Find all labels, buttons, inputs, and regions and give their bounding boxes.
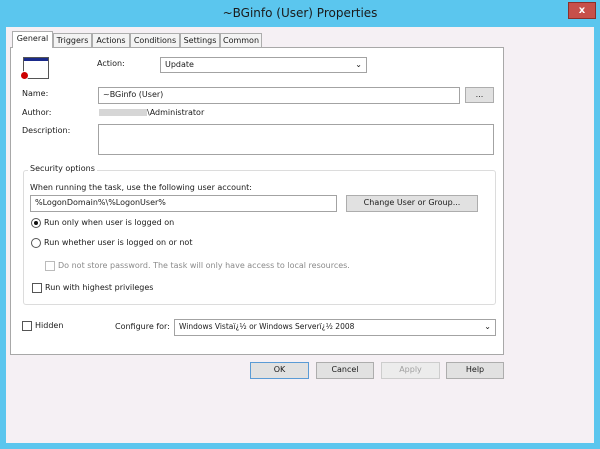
run-whether-label[interactable]: Run whether user is logged on or not [44,238,192,247]
hidden-label[interactable]: Hidden [35,321,63,330]
action-select[interactable]: Update ⌄ [160,57,367,73]
description-textarea[interactable] [98,124,494,155]
tab-triggers[interactable]: Triggers [53,33,92,48]
security-options-title: Security options [28,164,97,173]
name-label: Name: [22,89,49,98]
action-value: Update [165,60,194,69]
change-user-button[interactable]: Change User or Group... [346,195,478,212]
name-input[interactable]: ~BGinfo (User) [98,87,460,104]
run-logged-on-radio[interactable] [31,218,41,228]
tab-general[interactable]: General [12,31,53,48]
author-value: \Administrator [147,108,205,117]
configure-for-value: Windows Vistaï¿½ or Windows Serverï¿½ 20… [179,322,355,331]
cancel-button[interactable]: Cancel [316,362,374,379]
run-logged-on-label[interactable]: Run only when user is logged on [44,218,174,227]
tab-actions[interactable]: Actions [92,33,130,48]
account-prompt: When running the task, use the following… [30,183,252,192]
tab-conditions[interactable]: Conditions [130,33,180,48]
task-icon [20,57,49,80]
no-store-password-checkbox[interactable] [45,261,55,271]
chevron-down-icon: ⌄ [355,60,362,69]
action-label: Action: [97,59,125,68]
author-label: Author: [22,108,52,117]
hidden-checkbox[interactable] [22,321,32,331]
configure-for-label: Configure for: [115,322,170,331]
user-account-input[interactable]: %LogonDomain%\%LogonUser% [30,195,337,212]
ok-button[interactable]: OK [250,362,309,379]
no-store-password-label: Do not store password. The task will onl… [58,261,350,270]
chevron-down-icon: ⌄ [484,322,491,331]
help-button[interactable]: Help [446,362,504,379]
browse-button[interactable]: ... [465,87,494,103]
highest-privileges-checkbox[interactable] [32,283,42,293]
tab-settings[interactable]: Settings [180,33,220,48]
tab-common[interactable]: Common [220,33,262,48]
description-label: Description: [22,126,71,135]
redacted-domain [99,109,147,116]
close-button[interactable]: x [568,2,596,19]
apply-button[interactable]: Apply [381,362,440,379]
run-whether-radio[interactable] [31,238,41,248]
highest-privileges-label[interactable]: Run with highest privileges [45,283,153,292]
configure-for-select[interactable]: Windows Vistaï¿½ or Windows Serverï¿½ 20… [174,319,496,336]
window-title: ~BGinfo (User) Properties [222,6,378,20]
